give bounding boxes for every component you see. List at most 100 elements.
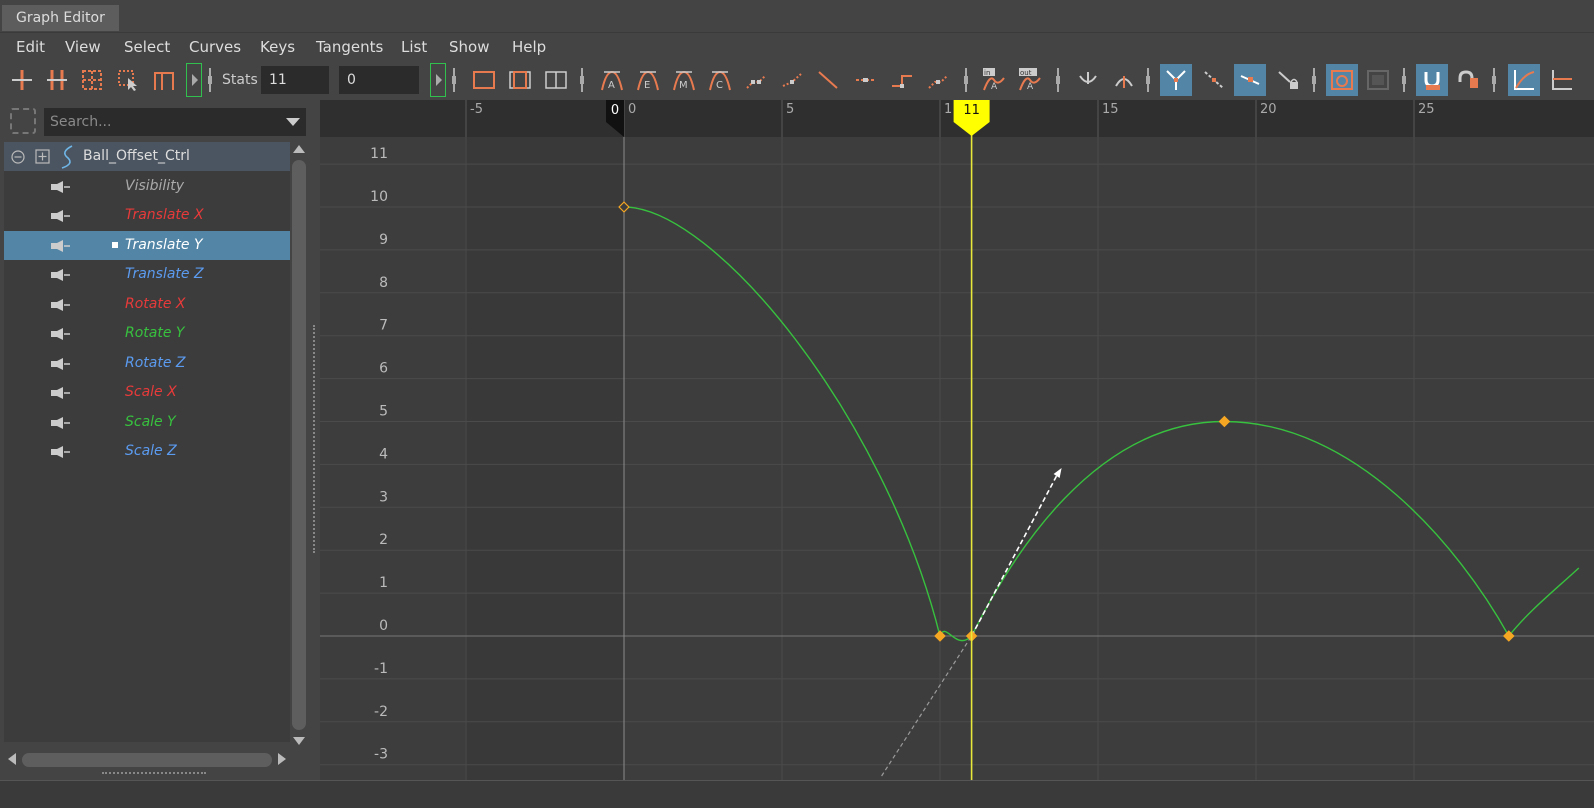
- menu-select[interactable]: Select: [124, 38, 170, 56]
- search-input[interactable]: [44, 108, 306, 136]
- menu-view[interactable]: View: [65, 38, 101, 56]
- frame-all-icon[interactable]: [468, 64, 500, 96]
- move-key-icon[interactable]: [6, 64, 38, 96]
- clamped-tangent-icon[interactable]: M: [668, 64, 700, 96]
- pre-infinity-icon[interactable]: in A: [978, 64, 1010, 96]
- auto-tangent-icon[interactable]: A: [596, 64, 628, 96]
- insert-key-icon[interactable]: [41, 64, 73, 96]
- outliner-tree[interactable]: Ball_Offset_Ctrl Visibility Translate X Tr…: [4, 142, 290, 742]
- curve-transform-icon: [61, 145, 73, 169]
- chevron-down-icon[interactable]: [286, 118, 300, 126]
- mute-speaker-icon[interactable]: [51, 239, 71, 252]
- menu-help[interactable]: Help: [512, 38, 546, 56]
- stats-frame-field[interactable]: [261, 66, 329, 94]
- outliner-vertical-scrollbar[interactable]: [290, 142, 308, 747]
- outliner-node-root[interactable]: Ball_Offset_Ctrl: [4, 142, 290, 171]
- graph-canvas[interactable]: -5 0 5 1 15 20 2511109876543210-1-2-3 0 11: [320, 100, 1594, 780]
- expand-attributes-icon[interactable]: [35, 149, 50, 164]
- mute-speaker-icon[interactable]: [51, 416, 71, 429]
- linear-key-icon[interactable]: [850, 64, 882, 96]
- scroll-thumb[interactable]: [292, 160, 306, 730]
- toolbar-separator[interactable]: [1056, 68, 1060, 92]
- attribute-label: Rotate Z: [125, 354, 186, 371]
- resize-handle[interactable]: [102, 772, 206, 774]
- outliner-attribute-row[interactable]: Rotate X: [4, 290, 290, 319]
- spline-tangent-icon[interactable]: E: [632, 64, 664, 96]
- outliner-attribute-row[interactable]: Scale X: [4, 378, 290, 407]
- menu-curves[interactable]: Curves: [189, 38, 241, 56]
- outliner-horizontal-scrollbar[interactable]: [4, 750, 290, 770]
- outliner-attribute-row[interactable]: Translate X: [4, 201, 290, 230]
- break-tangents-icon[interactable]: [1072, 64, 1104, 96]
- toolbar-separator[interactable]: [1312, 68, 1316, 92]
- toolbar-separator[interactable]: [1146, 68, 1150, 92]
- mute-speaker-icon[interactable]: [51, 210, 71, 222]
- menu-show[interactable]: Show: [449, 38, 489, 56]
- linear-tangent-icon[interactable]: C: [704, 64, 736, 96]
- outliner-attribute-row[interactable]: Visibility: [4, 172, 290, 201]
- lock-tangent-weight-icon[interactable]: [1234, 64, 1266, 96]
- toolbar-separator[interactable]: [1492, 68, 1496, 92]
- mute-speaker-icon[interactable]: [51, 298, 71, 311]
- toolbar-separator[interactable]: [1402, 68, 1406, 92]
- mute-speaker-icon[interactable]: [51, 180, 71, 193]
- value-label: 6: [379, 361, 388, 377]
- stacked-view-icon[interactable]: [1546, 64, 1578, 96]
- show-results-icon[interactable]: [1326, 64, 1358, 96]
- show-buffer-icon[interactable]: [1362, 64, 1394, 96]
- toolbar-expander[interactable]: [186, 63, 202, 97]
- isolate-curve-icon[interactable]: [1198, 64, 1230, 96]
- menu-list[interactable]: List: [401, 38, 427, 56]
- curve-display-icon[interactable]: [1508, 64, 1540, 96]
- outliner-attribute-row[interactable]: Translate Y: [4, 230, 290, 260]
- graph-view[interactable]: -5 0 5 1 15 20 25 11 10 9 8 7 6 5 4 3 2 1 0 -1 -2 -3 0 11: [320, 100, 1594, 780]
- filter-icon[interactable]: [10, 108, 36, 134]
- lattice-deform-icon[interactable]: [76, 64, 108, 96]
- scroll-up-icon[interactable]: [293, 145, 305, 153]
- post-infinity-icon[interactable]: out A: [1014, 64, 1046, 96]
- mute-speaker-icon[interactable]: [51, 387, 71, 399]
- panel-splitter[interactable]: [313, 325, 315, 553]
- scroll-thumb[interactable]: [22, 753, 272, 767]
- stats-value-field[interactable]: [339, 66, 419, 94]
- plateau-tangent-icon[interactable]: [812, 64, 844, 96]
- frame-playback-range-icon[interactable]: [540, 64, 572, 96]
- frame-selection-icon[interactable]: [504, 64, 536, 96]
- outliner-attribute-row[interactable]: Scale Y: [4, 408, 290, 437]
- normalize-icon[interactable]: [1160, 64, 1192, 96]
- toolbar-separator[interactable]: [580, 68, 584, 92]
- unify-tangents-icon[interactable]: [1108, 64, 1140, 96]
- mute-speaker-icon[interactable]: [51, 357, 71, 370]
- step-tangent-icon[interactable]: [776, 64, 808, 96]
- region-select-icon[interactable]: [112, 64, 144, 96]
- menu-keys[interactable]: Keys: [260, 38, 295, 56]
- tangent-lock-icon[interactable]: [1272, 64, 1304, 96]
- flat-tangent-icon[interactable]: [740, 64, 772, 96]
- outliner-attribute-row[interactable]: Rotate Z: [4, 349, 290, 378]
- toolbar-separator[interactable]: [964, 68, 968, 92]
- toolbar-separator[interactable]: [208, 68, 212, 92]
- scroll-left-icon[interactable]: [8, 753, 16, 765]
- spline-key-icon[interactable]: [922, 64, 954, 96]
- mute-speaker-icon[interactable]: [51, 446, 71, 458]
- value-label: -1: [374, 661, 388, 677]
- mute-speaker-icon[interactable]: [51, 328, 71, 340]
- svg-text:M: M: [679, 80, 688, 91]
- outliner-attribute-row[interactable]: Rotate Y: [4, 319, 290, 348]
- menu-edit[interactable]: Edit: [16, 38, 45, 56]
- value-snap-icon[interactable]: [1452, 64, 1484, 96]
- toolbar-expander[interactable]: [430, 63, 446, 97]
- mute-speaker-icon[interactable]: [51, 269, 71, 281]
- panel-tab-title[interactable]: Graph Editor: [2, 5, 119, 31]
- menu-tangents[interactable]: Tangents: [316, 38, 383, 56]
- buffer-curve-icon[interactable]: [148, 64, 180, 96]
- value-label: 5: [379, 404, 388, 420]
- outliner-attribute-row[interactable]: Scale Z: [4, 437, 290, 466]
- toolbar-separator[interactable]: [452, 68, 456, 92]
- scroll-down-icon[interactable]: [293, 737, 305, 745]
- outliner-attribute-row[interactable]: Translate Z: [4, 260, 290, 289]
- scroll-right-icon[interactable]: [278, 753, 286, 765]
- collapse-icon[interactable]: [11, 150, 25, 164]
- step-key-icon[interactable]: [886, 64, 918, 96]
- time-snap-icon[interactable]: [1416, 64, 1448, 96]
